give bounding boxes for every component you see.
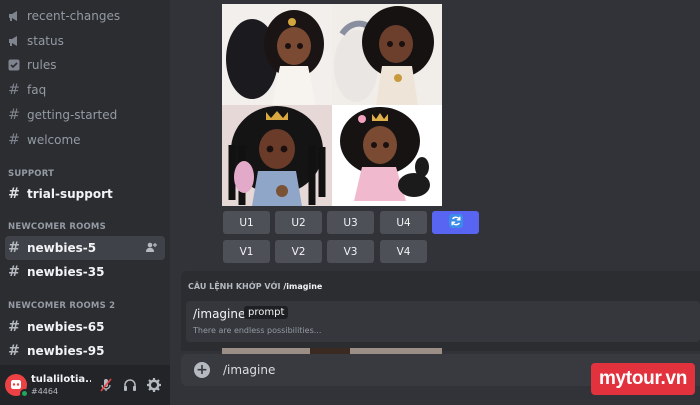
channel-label: newbies-65 [27,320,105,334]
channel-label: trial-support [27,187,113,201]
channel-label: status [27,34,64,48]
channel-label: rules [27,58,57,72]
hash-icon: # [8,107,20,123]
channel-sidebar: recent-changes status rules # faq # gett… [0,0,170,405]
upscale-button-2[interactable]: U2 [275,211,322,234]
channel-faq[interactable]: # faq [5,78,165,102]
variation-button-4[interactable]: V4 [380,240,427,263]
variation-button-1[interactable]: V1 [223,240,270,263]
channel-newbies-95[interactable]: # newbies-95 [5,339,165,363]
generated-image-2 [332,4,442,105]
generated-image-grid[interactable] [222,4,442,206]
refresh-icon [448,214,463,231]
channel-label: recent-changes [27,9,121,23]
add-member-icon[interactable] [145,241,157,256]
channel-recent-changes[interactable]: recent-changes [5,4,165,28]
category-newcomer-rooms[interactable]: NEWCOMER ROOMS [8,222,106,232]
channel-newbies-5[interactable]: # newbies-5 [5,236,165,260]
channel-rules[interactable]: rules [5,53,165,77]
channel-label: newbies-5 [27,241,97,255]
command-autocomplete-popup: CÂU LỆNH KHỚP VỚI /imagine /imagine prom… [181,271,700,351]
checkbox-icon [7,58,21,72]
online-status-icon [20,389,29,398]
threaded-hash-icon: # [8,319,20,335]
category-support[interactable]: SUPPORT [8,169,54,179]
threaded-hash-icon: # [8,264,20,280]
upscale-button-4[interactable]: U4 [380,211,427,234]
channel-label: newbies-95 [27,344,105,358]
variation-button-3[interactable]: V3 [327,240,374,263]
variation-button-2[interactable]: V2 [275,240,322,263]
command-suggestion-imagine[interactable]: /imagine prompt There are endless possib… [186,301,700,342]
user-tag: #4464 [31,387,59,396]
channel-label: newbies-35 [27,265,105,279]
gear-icon[interactable] [146,377,162,393]
hash-icon: # [8,132,20,148]
channel-getting-started[interactable]: # getting-started [5,103,165,127]
category-newcomer-rooms-2[interactable]: NEWCOMER ROOMS 2 [8,301,115,311]
upscale-button-1[interactable]: U1 [223,211,270,234]
hash-icon: # [8,186,20,202]
channel-label: welcome [27,133,81,147]
channel-trial-support[interactable]: # trial-support [5,182,165,206]
watermark-logo: mytour.vn [591,363,695,395]
message-input[interactable]: /imagine [223,363,275,377]
autocomplete-header: CÂU LỆNH KHỚP VỚI /imagine [188,282,323,291]
channel-status[interactable]: status [5,29,165,53]
megaphone-icon [7,34,21,48]
hash-icon: # [8,82,20,98]
generated-image-1 [222,4,332,105]
user-panel: tulalilotia... #4464 [0,365,170,405]
megaphone-icon [7,9,21,23]
threaded-hash-icon: # [8,343,20,359]
command-name: /imagine [193,307,246,321]
generated-image-4 [332,105,442,206]
mute-mic-icon[interactable] [98,377,114,393]
channel-label: getting-started [27,108,118,122]
threaded-hash-icon: # [8,240,20,256]
command-description: There are endless possibilities... [193,326,322,335]
generated-image-3 [222,105,332,206]
reroll-button[interactable] [432,211,479,234]
channel-label: faq [27,83,47,97]
headphones-icon[interactable] [122,377,138,393]
command-option-badge: prompt [244,306,289,319]
username: tulalilotia... [31,374,91,385]
channel-newbies-35[interactable]: # newbies-35 [5,260,165,284]
upscale-button-3[interactable]: U3 [327,211,374,234]
channel-newbies-65[interactable]: # newbies-65 [5,315,165,339]
add-attachment-icon[interactable]: + [194,362,210,378]
channel-welcome[interactable]: # welcome [5,128,165,152]
